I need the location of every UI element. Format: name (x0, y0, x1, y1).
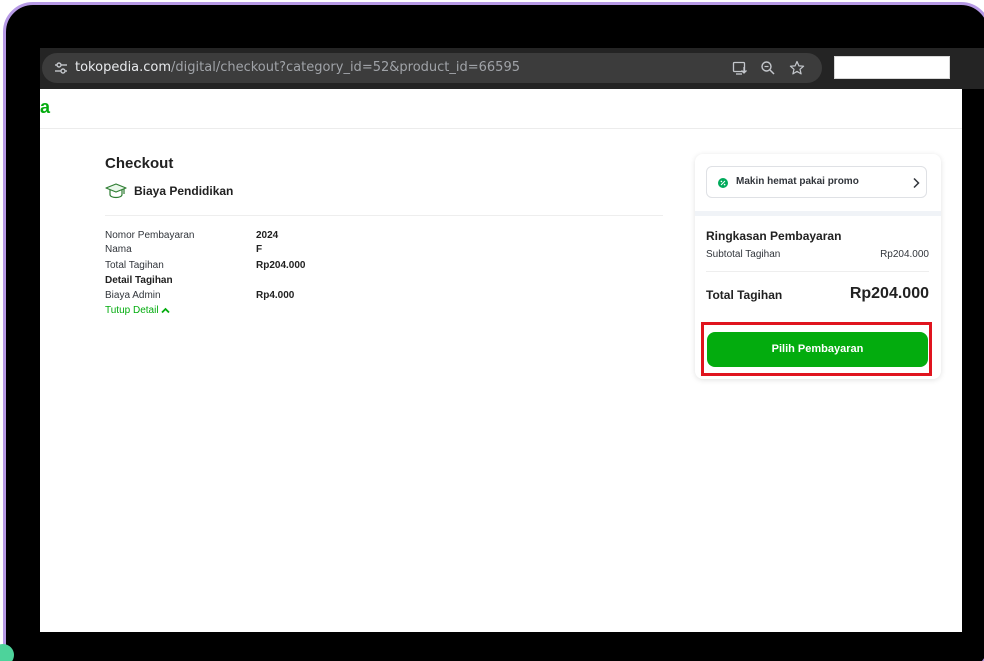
page-viewport: a Checkout Biaya Pendidikan Nomor Pembay… (40, 89, 962, 632)
chevron-right-icon (913, 177, 920, 189)
info-row-name: Nama F (105, 244, 505, 258)
info-value: 2024 (256, 230, 279, 241)
info-label: Biaya Admin (105, 290, 161, 301)
promo-badge-icon (718, 178, 728, 188)
site-logo[interactable]: a (40, 97, 50, 118)
chevron-up-icon (160, 307, 170, 313)
redacted-area (834, 56, 950, 79)
site-settings-icon[interactable] (54, 61, 68, 75)
product-row: Biaya Pendidikan (105, 180, 405, 202)
choose-payment-button[interactable]: Pilih Pembayaran (707, 332, 928, 367)
address-bar[interactable]: tokopedia.com/digital/checkout?category_… (42, 53, 822, 83)
promo-label: Makin hemat pakai promo (736, 176, 859, 187)
detail-heading: Detail Tagihan (105, 275, 173, 286)
product-name: Biaya Pendidikan (134, 184, 234, 198)
zoom-icon[interactable] (760, 60, 776, 76)
install-app-icon[interactable] (732, 60, 748, 76)
site-header: a (40, 89, 962, 129)
url-text[interactable]: tokopedia.com/digital/checkout?category_… (75, 60, 520, 75)
info-row-admin-fee: Biaya Admin Rp4.000 (105, 290, 505, 304)
url-domain: tokopedia.com (75, 60, 172, 75)
payment-summary-card: Makin hemat pakai promo Ringkasan Pembay… (695, 154, 941, 379)
page-title: Checkout (105, 155, 174, 172)
info-row-payment-number: Nomor Pembayaran 2024 (105, 230, 505, 244)
browser-toolbar: tokopedia.com/digital/checkout?category_… (40, 48, 984, 89)
info-label: Total Tagihan (105, 260, 164, 271)
toggle-detail-link[interactable]: Tutup Detail (105, 305, 170, 316)
total-value: Rp204.000 (849, 285, 929, 302)
info-row-total: Total Tagihan Rp204.000 (105, 260, 505, 274)
graduation-cap-icon (105, 183, 127, 199)
url-path: /digital/checkout?category_id=52&product… (171, 60, 520, 75)
info-label: Nomor Pembayaran (105, 230, 195, 241)
subtotal-label: Subtotal Tagihan (706, 249, 781, 260)
summary-title: Ringkasan Pembayaran (706, 229, 842, 243)
total-label: Total Tagihan (706, 288, 783, 302)
info-label: Nama (105, 244, 132, 255)
info-value: F (256, 244, 263, 255)
info-value: Rp4.000 (256, 290, 295, 301)
info-row-detail-heading: Detail Tagihan (105, 275, 505, 289)
divider (706, 271, 929, 272)
card-separator (695, 211, 941, 216)
info-value: Rp204.000 (256, 260, 306, 271)
promo-button[interactable]: Makin hemat pakai promo (706, 166, 927, 198)
bookmark-star-icon[interactable] (789, 60, 805, 76)
toggle-detail-label: Tutup Detail (105, 305, 159, 316)
divider (105, 215, 663, 216)
subtotal-value: Rp204.000 (880, 249, 929, 260)
